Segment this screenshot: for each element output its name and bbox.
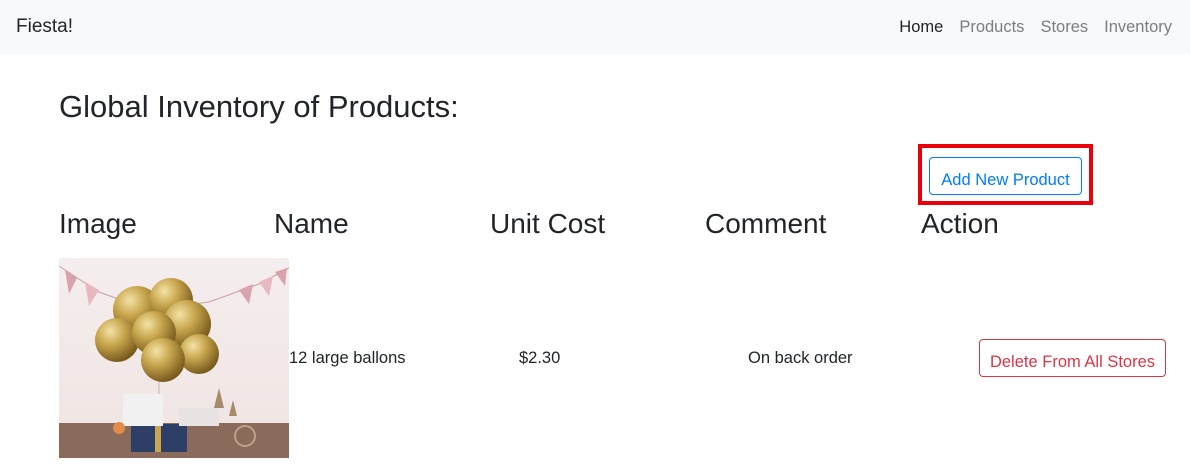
page-title: Global Inventory of Products: [59, 89, 459, 124]
product-name-cell: 12 large ballons [289, 349, 406, 367]
nav-home-link[interactable]: Home [899, 16, 943, 38]
brand-link[interactable]: Fiesta! [16, 15, 73, 39]
column-header-action: Action [921, 208, 999, 239]
nav-links: Home Products Stores Inventory [883, 16, 1172, 38]
gold-balloons-image [59, 258, 289, 458]
comment-cell: On back order [748, 349, 853, 367]
column-header-unit-cost: Unit Cost [490, 208, 606, 239]
delete-from-all-stores-button[interactable]: Delete From All Stores [979, 339, 1166, 377]
add-new-product-button[interactable]: Add New Product [929, 157, 1082, 195]
gold-balloons-image-graphic [59, 258, 289, 458]
column-header-name: Name [274, 208, 349, 239]
nav-products-link[interactable]: Products [959, 16, 1024, 38]
nav-inventory-link[interactable]: Inventory [1104, 16, 1172, 38]
column-header-image: Image [59, 208, 137, 239]
column-header-comment: Comment [705, 208, 827, 239]
nav-stores-link[interactable]: Stores [1040, 16, 1088, 38]
navbar: Fiesta! Home Products Stores Inventory [0, 0, 1190, 54]
unit-cost-cell: $2.30 [519, 349, 561, 367]
